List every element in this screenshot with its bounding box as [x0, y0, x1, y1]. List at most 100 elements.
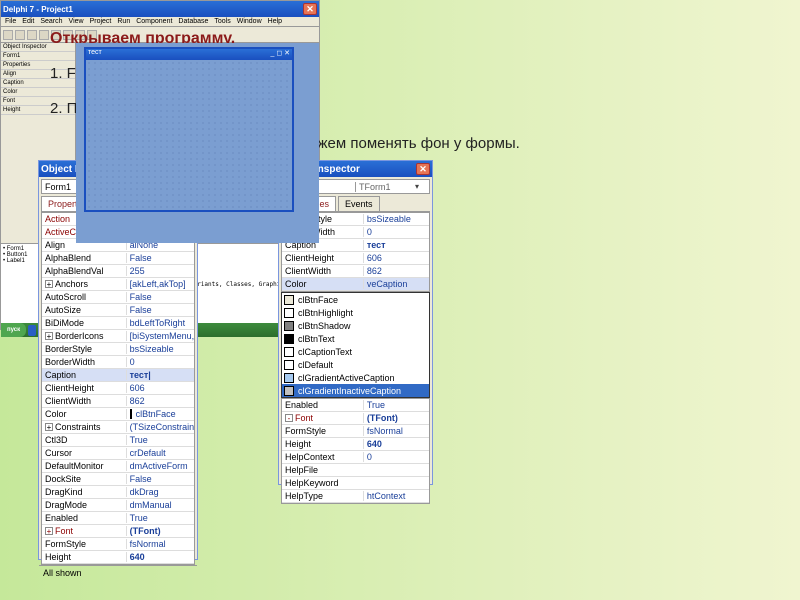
property-row[interactable]: DragModedmManual	[42, 499, 194, 512]
property-value[interactable]: True	[126, 435, 194, 445]
start-button[interactable]: пуск	[1, 323, 26, 337]
property-value[interactable]: 862	[363, 266, 429, 276]
design-form-surface[interactable]	[86, 60, 292, 210]
property-value[interactable]: 0	[126, 357, 194, 367]
property-value[interactable]: bsSizeable	[126, 344, 194, 354]
property-row[interactable]: +Anchors[akLeft,akTop]	[42, 278, 194, 291]
property-row[interactable]: ColorclBtnFace	[42, 408, 194, 421]
menu-item[interactable]: Component	[136, 18, 172, 25]
property-value[interactable]: True	[126, 513, 194, 523]
color-option[interactable]: clGradientInactiveCaption	[282, 384, 429, 397]
property-value[interactable]: 0	[363, 227, 429, 237]
property-row[interactable]: ColorveCaption	[282, 278, 429, 291]
property-row[interactable]: AlphaBlendFalse	[42, 252, 194, 265]
menu-item[interactable]: Tools	[214, 18, 230, 25]
property-value[interactable]: False	[126, 474, 194, 484]
close-icon[interactable]: ✕	[303, 3, 317, 15]
ide-left-row[interactable]: Form1	[1, 52, 75, 61]
property-value[interactable]: fsNormal	[126, 539, 194, 549]
property-row[interactable]: BiDiModebdLeftToRight	[42, 317, 194, 330]
property-row[interactable]: AutoSizeFalse	[42, 304, 194, 317]
color-option[interactable]: clBtnText	[282, 332, 429, 345]
color-option[interactable]: clDefault	[282, 358, 429, 371]
expand-icon[interactable]: +	[45, 332, 53, 340]
menu-item[interactable]: Run	[117, 18, 130, 25]
property-value[interactable]: 0	[363, 452, 429, 462]
property-row[interactable]: HelpContext0	[282, 451, 429, 464]
property-row[interactable]: ClientWidth862	[42, 395, 194, 408]
property-row[interactable]: BorderWidth0	[42, 356, 194, 369]
oi1-property-grid[interactable]: ActionActiveControlAlignalNoneAlphaBlend…	[41, 212, 195, 565]
color-option[interactable]: clCaptionText	[282, 345, 429, 358]
property-row[interactable]: +Constraints(TSizeConstrain	[42, 421, 194, 434]
color-option[interactable]: clBtnShadow	[282, 319, 429, 332]
property-row[interactable]: Height640	[42, 551, 194, 564]
property-value[interactable]: 606	[126, 383, 194, 393]
property-row[interactable]: FormStylefsNormal	[282, 425, 429, 438]
toolbar-button[interactable]	[15, 30, 25, 40]
property-row[interactable]: -Font(TFont)	[282, 412, 429, 425]
property-value[interactable]: 862	[126, 396, 194, 406]
property-value[interactable]: тест|	[126, 370, 194, 380]
property-value[interactable]: veCaption	[363, 279, 429, 289]
ide-titlebar[interactable]: Delphi 7 - Project1 ✕	[1, 1, 319, 17]
property-row[interactable]: ClientHeight606	[282, 252, 429, 265]
property-value[interactable]: 255	[126, 266, 194, 276]
property-row[interactable]: EnabledTrue	[282, 399, 429, 412]
property-row[interactable]: ClientWidth862	[282, 265, 429, 278]
property-row[interactable]: +BorderIcons[biSystemMenu,	[42, 330, 194, 343]
property-value[interactable]: False	[126, 292, 194, 302]
property-row[interactable]: BorderStylebsSizeable	[42, 343, 194, 356]
property-row[interactable]: EnabledTrue	[42, 512, 194, 525]
property-value[interactable]: True	[363, 400, 429, 410]
property-value[interactable]: (TFont)	[363, 413, 429, 423]
color-option[interactable]: clBtnHighlight	[282, 306, 429, 319]
property-value[interactable]: тест	[363, 240, 429, 250]
color-option[interactable]: clGradientActiveCaption	[282, 371, 429, 384]
expand-icon[interactable]: -	[285, 414, 293, 422]
property-row[interactable]: FormStylefsNormal	[42, 538, 194, 551]
property-value[interactable]: bsSizeable	[363, 214, 429, 224]
tab-events[interactable]: Events	[338, 196, 380, 211]
menu-item[interactable]: View	[69, 18, 84, 25]
property-row[interactable]: DockSiteFalse	[42, 473, 194, 486]
property-row[interactable]: Height640	[282, 438, 429, 451]
property-value[interactable]: clBtnFace	[126, 409, 194, 419]
property-value[interactable]: dmManual	[126, 500, 194, 510]
menu-item[interactable]: Project	[90, 18, 112, 25]
property-value[interactable]: bdLeftToRight	[126, 318, 194, 328]
property-value[interactable]: dmActiveForm	[126, 461, 194, 471]
ide-menubar[interactable]: FileEditSearchViewProjectRunComponentDat…	[1, 17, 319, 27]
oi2-property-grid-2[interactable]: EnabledTrue-Font(TFont)FormStylefsNormal…	[281, 398, 430, 504]
property-row[interactable]: HelpFile	[282, 464, 429, 477]
menu-item[interactable]: Edit	[22, 18, 34, 25]
property-value[interactable]: (TFont)	[126, 526, 194, 536]
property-row[interactable]: HelpTypehtContext	[282, 490, 429, 503]
expand-icon[interactable]: +	[45, 280, 53, 288]
property-value[interactable]: fsNormal	[363, 426, 429, 436]
design-form[interactable]: тест_ ◻ ✕	[84, 47, 294, 212]
chevron-down-icon[interactable]: ▾	[415, 182, 426, 191]
taskbar-item[interactable]	[28, 325, 36, 336]
property-value[interactable]: dkDrag	[126, 487, 194, 497]
toolbar-button[interactable]	[27, 30, 37, 40]
property-row[interactable]: AutoScrollFalse	[42, 291, 194, 304]
property-row[interactable]: Captionтест|	[42, 369, 194, 382]
menu-item[interactable]: Database	[178, 18, 208, 25]
property-row[interactable]: DefaultMonitordmActiveForm	[42, 460, 194, 473]
menu-item[interactable]: Help	[268, 18, 282, 25]
property-row[interactable]: HelpKeyword	[282, 477, 429, 490]
property-row[interactable]: ClientHeight606	[42, 382, 194, 395]
menu-item[interactable]: Window	[237, 18, 262, 25]
toolbar-button[interactable]	[3, 30, 13, 40]
color-option[interactable]: clBtnFace	[282, 293, 429, 306]
window-controls[interactable]: _ ◻ ✕	[271, 49, 290, 60]
property-value[interactable]: (TSizeConstrain	[126, 422, 194, 432]
expand-icon[interactable]: +	[45, 423, 53, 431]
property-value[interactable]: htContext	[363, 491, 429, 501]
expand-icon[interactable]: +	[45, 527, 53, 535]
property-value[interactable]: [akLeft,akTop]	[126, 279, 194, 289]
property-value[interactable]: 606	[363, 253, 429, 263]
menu-item[interactable]: File	[5, 18, 16, 25]
property-value[interactable]: False	[126, 253, 194, 263]
